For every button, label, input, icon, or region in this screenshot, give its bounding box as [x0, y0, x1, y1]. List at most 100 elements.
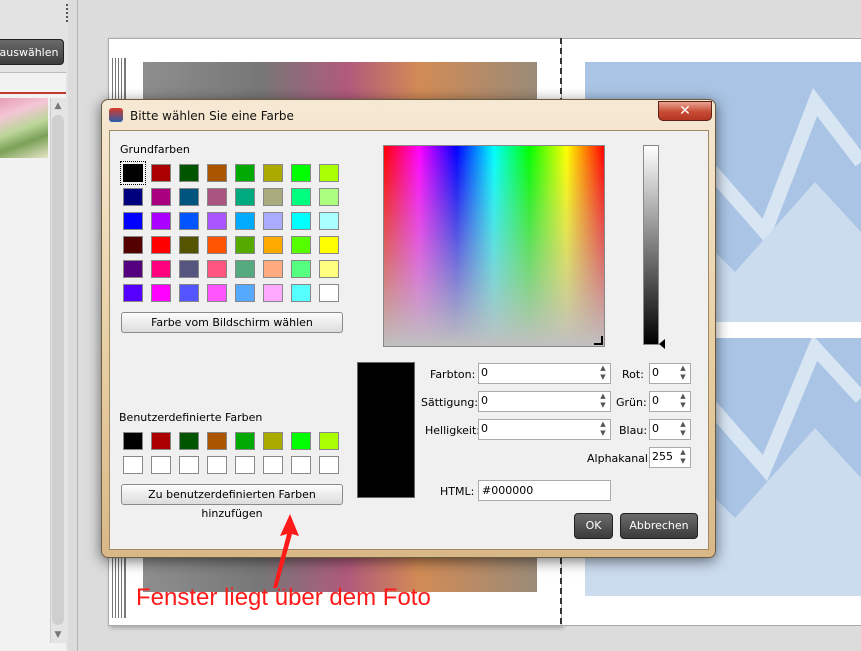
color-swatch[interactable]	[235, 164, 255, 182]
spin-up-icon[interactable]: ▲	[596, 364, 610, 373]
color-swatch[interactable]	[319, 284, 339, 302]
color-swatch[interactable]	[319, 236, 339, 254]
color-swatch[interactable]	[207, 284, 227, 302]
color-swatch[interactable]	[263, 164, 283, 182]
color-swatch[interactable]	[123, 284, 143, 302]
spin-down-icon[interactable]: ▼	[676, 429, 690, 438]
color-swatch[interactable]	[151, 432, 171, 450]
color-swatch[interactable]	[151, 456, 171, 474]
color-swatch[interactable]	[179, 284, 199, 302]
photo-thumbnail[interactable]	[0, 98, 48, 158]
color-swatch[interactable]	[179, 456, 199, 474]
saturation-input[interactable]	[481, 394, 592, 407]
color-swatch[interactable]	[123, 456, 143, 474]
color-swatch[interactable]	[120, 161, 146, 185]
hue-input[interactable]	[481, 366, 592, 379]
color-swatch[interactable]	[179, 236, 199, 254]
scroll-down-icon[interactable]: ▼	[52, 629, 64, 641]
red-input[interactable]	[652, 366, 672, 379]
brightness-input[interactable]	[481, 422, 592, 435]
close-button[interactable]: ✕	[658, 101, 712, 121]
blue-input[interactable]	[652, 422, 672, 435]
color-swatch[interactable]	[179, 212, 199, 230]
color-swatch[interactable]	[123, 188, 143, 206]
color-swatch[interactable]	[291, 284, 311, 302]
color-swatch[interactable]	[263, 456, 283, 474]
color-swatch[interactable]	[123, 432, 143, 450]
color-swatch[interactable]	[179, 164, 199, 182]
color-swatch[interactable]	[235, 284, 255, 302]
color-swatch[interactable]	[291, 260, 311, 278]
color-swatch[interactable]	[319, 188, 339, 206]
color-swatch[interactable]	[235, 260, 255, 278]
ok-button[interactable]: OK	[574, 513, 613, 539]
html-color-field[interactable]	[478, 480, 611, 501]
color-swatch[interactable]	[179, 260, 199, 278]
color-swatch[interactable]	[151, 212, 171, 230]
color-swatch[interactable]	[291, 164, 311, 182]
color-swatch[interactable]	[263, 188, 283, 206]
color-swatch[interactable]	[235, 432, 255, 450]
spin-down-icon[interactable]: ▼	[676, 373, 690, 382]
color-swatch[interactable]	[207, 260, 227, 278]
color-swatch[interactable]	[207, 456, 227, 474]
color-swatch[interactable]	[263, 236, 283, 254]
luminance-slider-arrow-icon[interactable]	[659, 339, 665, 349]
alpha-spinbox[interactable]: ▲▼	[649, 447, 691, 468]
spin-down-icon[interactable]: ▼	[596, 401, 610, 410]
color-swatch[interactable]	[151, 284, 171, 302]
color-swatch[interactable]	[207, 432, 227, 450]
color-swatch[interactable]	[123, 212, 143, 230]
color-swatch[interactable]	[151, 260, 171, 278]
spin-up-icon[interactable]: ▲	[676, 420, 690, 429]
cancel-button[interactable]: Abbrechen	[620, 513, 698, 539]
pick-screen-color-button[interactable]: Farbe vom Bildschirm wählen	[121, 312, 343, 333]
brightness-spinbox[interactable]: ▲▼	[478, 419, 611, 440]
color-swatch[interactable]	[179, 432, 199, 450]
color-swatch[interactable]	[291, 432, 311, 450]
color-swatch[interactable]	[263, 432, 283, 450]
panel-splitter-handle[interactable]	[66, 4, 72, 22]
color-swatch[interactable]	[123, 260, 143, 278]
color-swatch[interactable]	[263, 284, 283, 302]
color-swatch[interactable]	[263, 212, 283, 230]
color-swatch[interactable]	[291, 456, 311, 474]
color-swatch[interactable]	[291, 236, 311, 254]
color-swatch[interactable]	[319, 212, 339, 230]
spin-up-icon[interactable]: ▲	[676, 448, 690, 457]
blue-spinbox[interactable]: ▲▼	[649, 419, 691, 440]
spin-up-icon[interactable]: ▲	[676, 392, 690, 401]
hue-saturation-spectrum[interactable]	[383, 145, 605, 347]
scroll-up-icon[interactable]: ▲	[52, 100, 64, 112]
color-swatch[interactable]	[235, 188, 255, 206]
spin-down-icon[interactable]: ▼	[676, 401, 690, 410]
hue-spinbox[interactable]: ▲▼	[478, 363, 611, 384]
spin-up-icon[interactable]: ▲	[596, 392, 610, 401]
color-swatch[interactable]	[263, 260, 283, 278]
color-swatch[interactable]	[207, 188, 227, 206]
add-custom-color-button[interactable]: Zu benutzerdefinierten Farben hinzufügen	[121, 484, 343, 520]
color-swatch[interactable]	[207, 164, 227, 182]
spin-down-icon[interactable]: ▼	[676, 457, 690, 466]
html-color-input[interactable]	[482, 484, 602, 497]
color-swatch[interactable]	[319, 432, 339, 450]
color-swatch[interactable]	[207, 212, 227, 230]
color-swatch[interactable]	[179, 188, 199, 206]
green-input[interactable]	[652, 394, 672, 407]
spin-up-icon[interactable]: ▲	[676, 364, 690, 373]
green-spinbox[interactable]: ▲▼	[649, 391, 691, 412]
color-swatch[interactable]	[291, 188, 311, 206]
color-swatch[interactable]	[235, 212, 255, 230]
color-swatch[interactable]	[319, 164, 339, 182]
spin-down-icon[interactable]: ▼	[596, 373, 610, 382]
saturation-spinbox[interactable]: ▲▼	[478, 391, 611, 412]
color-swatch[interactable]	[151, 188, 171, 206]
color-swatch[interactable]	[207, 236, 227, 254]
color-swatch[interactable]	[291, 212, 311, 230]
color-swatch[interactable]	[319, 456, 339, 474]
color-swatch[interactable]	[235, 236, 255, 254]
spin-up-icon[interactable]: ▲	[596, 420, 610, 429]
spectrum-crosshair[interactable]	[594, 336, 603, 345]
color-swatch[interactable]	[319, 260, 339, 278]
color-swatch[interactable]	[151, 236, 171, 254]
